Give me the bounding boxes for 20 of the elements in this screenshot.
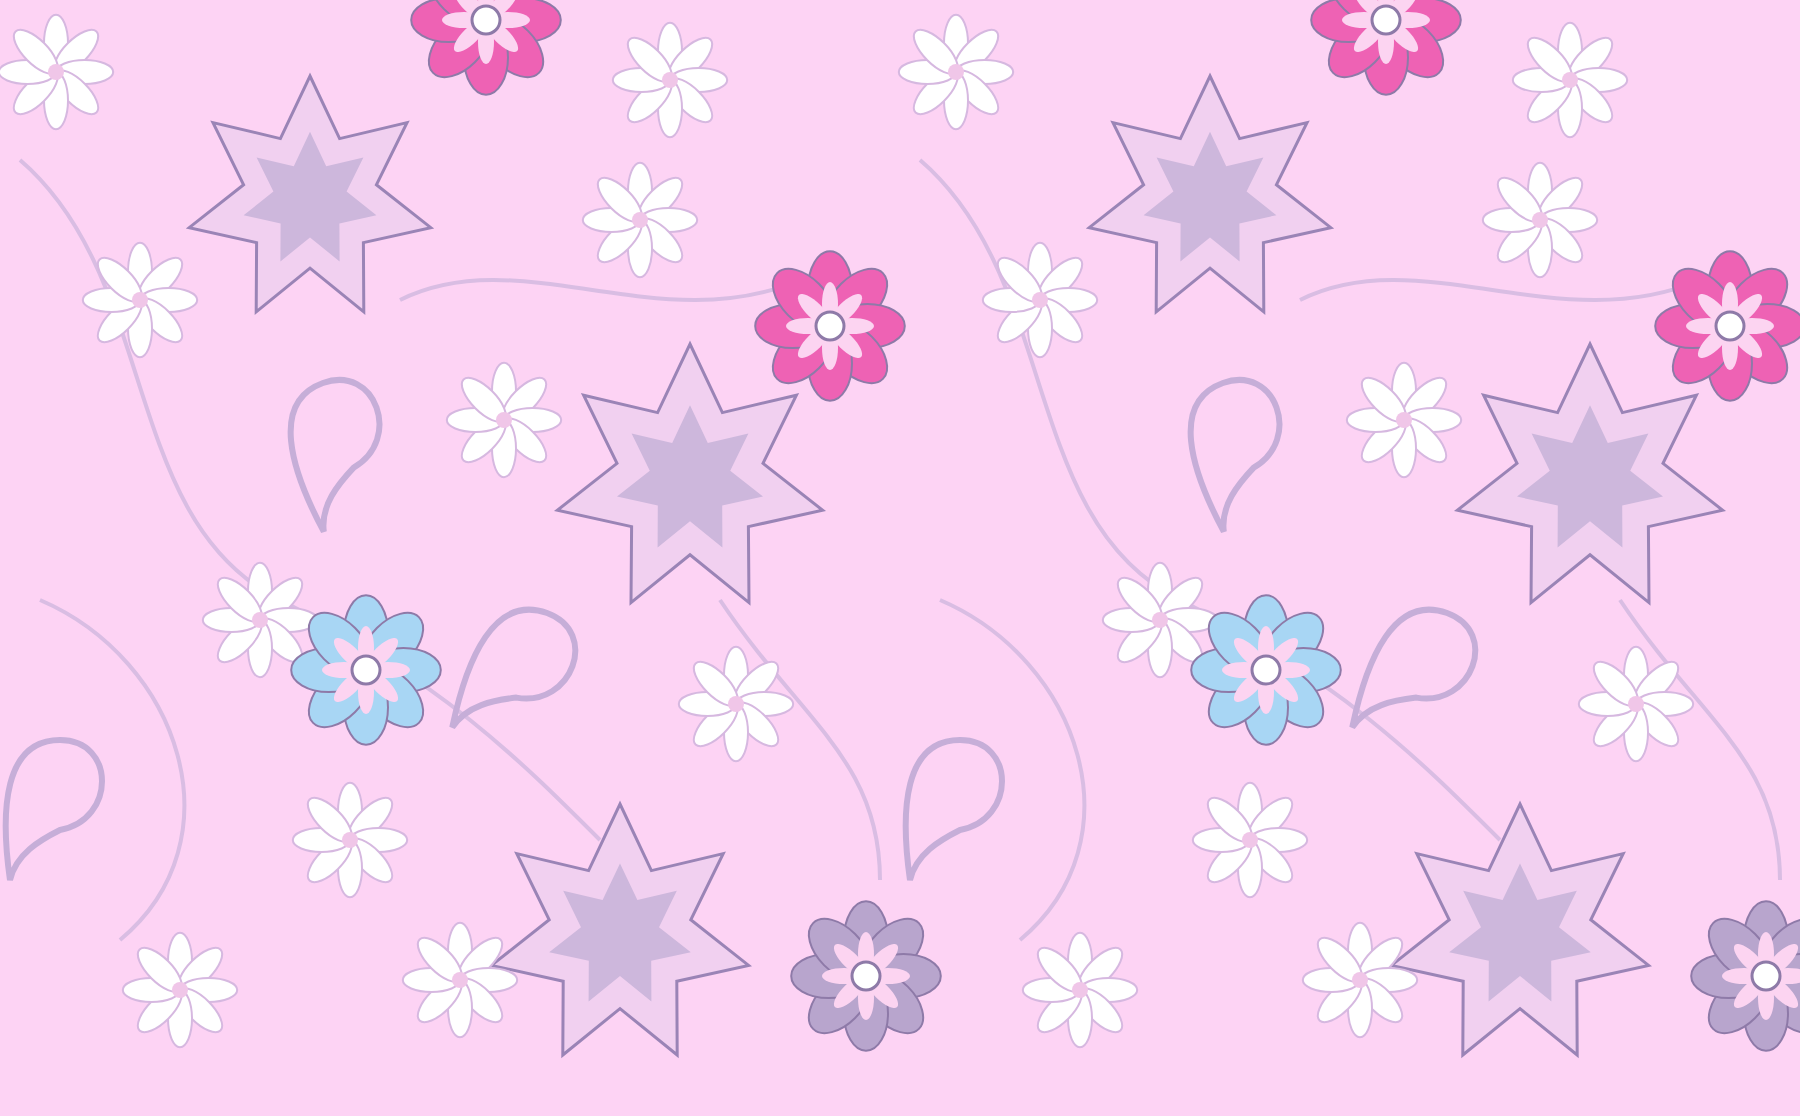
flower-drawing	[401, 921, 519, 1039]
flower-drawing	[1511, 21, 1629, 139]
flower-drawing	[1021, 931, 1139, 1049]
flower-drawing	[445, 361, 563, 479]
flower-drawing	[677, 645, 795, 763]
flower-drawing	[581, 161, 699, 279]
flower-drawing	[0, 13, 115, 131]
paisley-drawing	[1349, 606, 1478, 731]
flower-drawing	[81, 241, 199, 359]
flower-drawing	[1481, 161, 1599, 279]
flower-drawing	[291, 781, 409, 899]
flower-drawing	[1301, 921, 1419, 1039]
flower-drawing	[611, 21, 729, 139]
paisley-drawing	[449, 606, 578, 731]
flower-drawing	[897, 13, 1015, 131]
flower-drawing	[1191, 781, 1309, 899]
flower-drawing	[1577, 645, 1695, 763]
flower-drawing	[121, 931, 239, 1049]
flower-drawing	[1345, 361, 1463, 479]
flower-drawing	[981, 241, 1099, 359]
